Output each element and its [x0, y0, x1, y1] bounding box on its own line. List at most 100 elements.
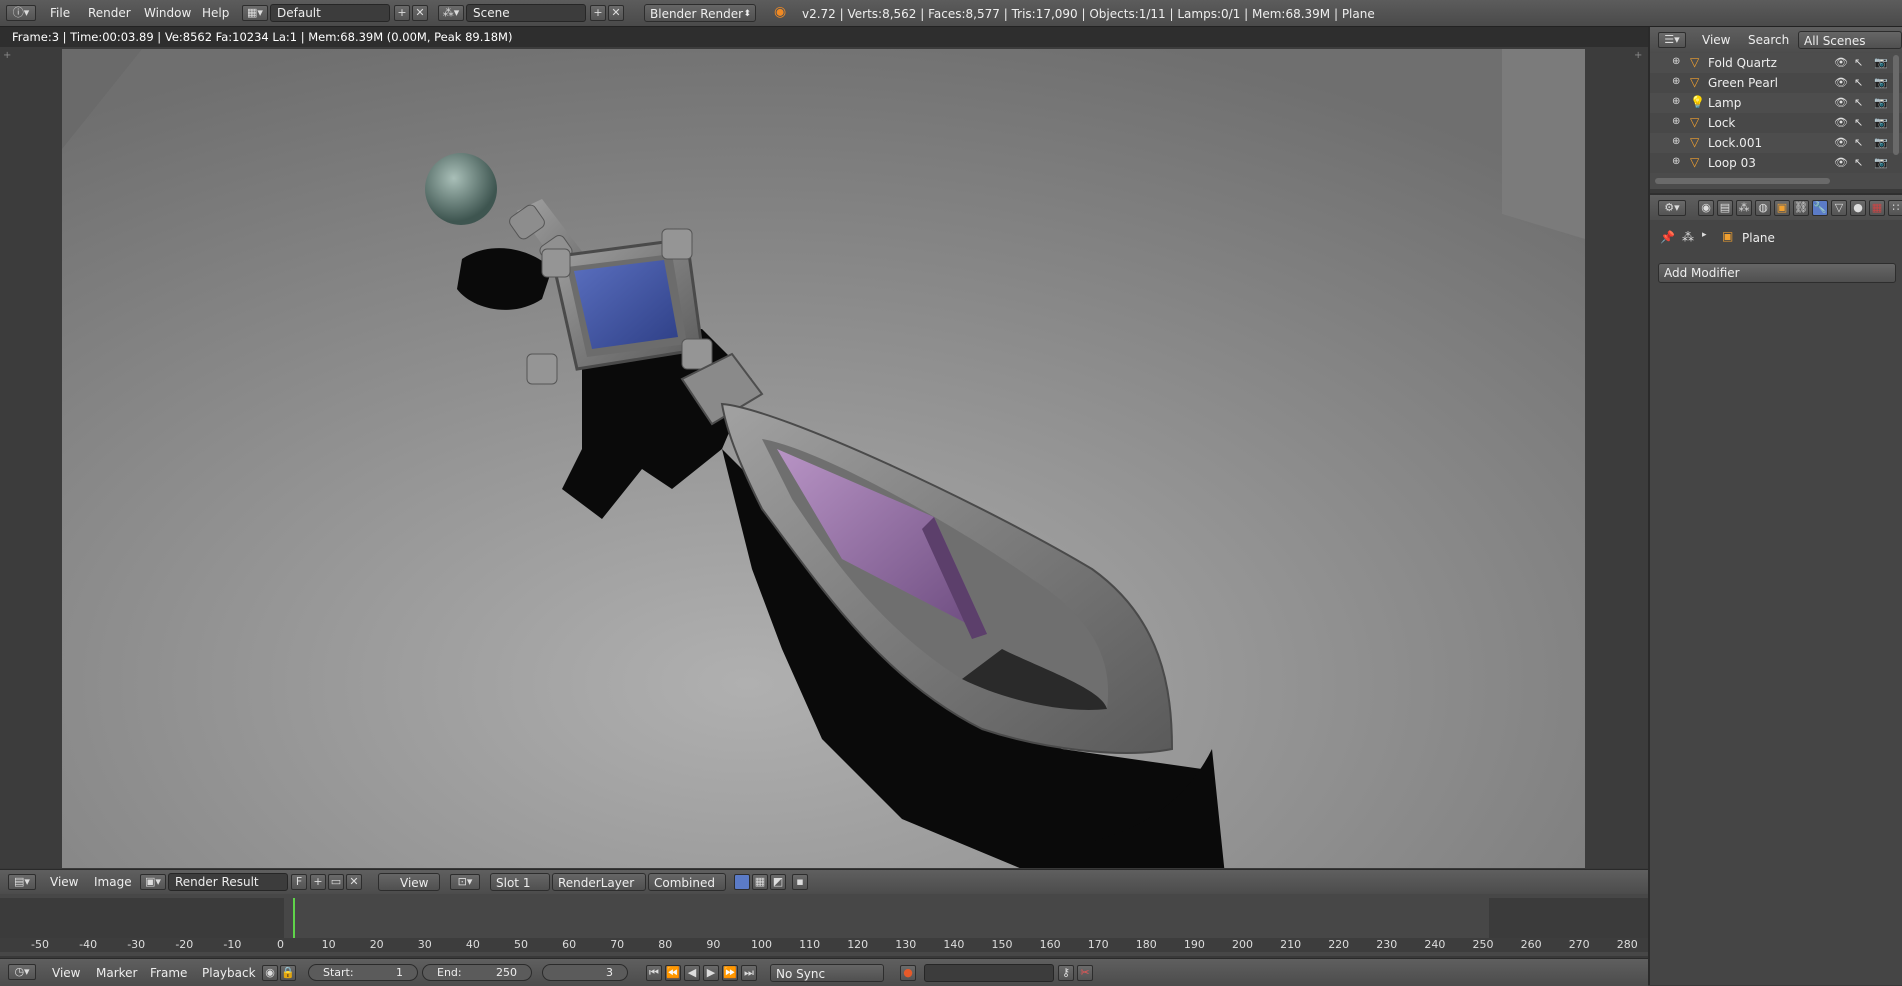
tab-constraints-icon[interactable]: ⛓ [1793, 200, 1809, 216]
outliner-vscrollbar[interactable] [1893, 55, 1899, 155]
delete-keyframe-icon[interactable]: ✂ [1077, 965, 1093, 981]
expand-icon[interactable]: ⊕ [1672, 136, 1680, 147]
view-histogram-icon[interactable]: ▪ [792, 874, 808, 890]
outliner-item-label[interactable]: Lock [1708, 116, 1735, 130]
fake-user-button[interactable]: F [291, 874, 307, 890]
menu-frame[interactable]: Frame [150, 966, 187, 980]
outliner-display-select[interactable]: All Scenes [1798, 31, 1902, 49]
expand-icon[interactable]: ⊕ [1672, 156, 1680, 167]
menu-image[interactable]: Image [94, 875, 132, 889]
visibility-eye-icon[interactable]: 👁 [1834, 76, 1848, 89]
editor-type-properties-icon[interactable]: ⚙▾ [1658, 200, 1686, 216]
slot-select[interactable]: Slot 1 [490, 873, 550, 891]
editor-type-info-icon[interactable]: ⓘ▾ [6, 5, 36, 21]
play-icon[interactable]: ▶ [703, 965, 719, 981]
prev-keyframe-icon[interactable]: ⏪ [665, 965, 681, 981]
render-layer-select[interactable]: RenderLayer [552, 873, 646, 891]
start-frame-field[interactable]: Start: 1 [308, 964, 418, 981]
screen-layout-icon[interactable]: ▦▾ [242, 5, 268, 21]
image-name-field[interactable]: Render Result [168, 873, 288, 891]
outliner-row[interactable]: ⊕ ▽ Fold Quartz 👁 ↖ 📷 [1650, 53, 1902, 73]
add-scene-icon[interactable]: + [590, 5, 606, 21]
insert-keyframe-icon[interactable]: ⚷ [1058, 965, 1074, 981]
draw-image-alpha-icon[interactable] [734, 874, 750, 890]
render-engine-select[interactable]: Blender Render ⬍ [644, 4, 756, 22]
corner-widget-left-icon[interactable]: + [3, 50, 11, 61]
outliner-row[interactable]: ⊕ ▽ Lock 👁 ↖ 📷 [1650, 113, 1902, 133]
outliner-row[interactable]: ⊕ ▽ Green Pearl 👁 ↖ 📷 [1650, 73, 1902, 93]
selectable-arrow-icon[interactable]: ↖ [1854, 136, 1863, 149]
record-icon[interactable]: ● [900, 965, 916, 981]
scene-icon[interactable]: ⁂▾ [438, 5, 464, 21]
outliner-item-label[interactable]: Lamp [1708, 96, 1741, 110]
tab-texture-icon[interactable]: ▦ [1869, 200, 1885, 216]
screen-layout-field[interactable]: Default [270, 4, 390, 22]
menu-window[interactable]: Window [144, 6, 191, 20]
menu-help[interactable]: Help [202, 6, 229, 20]
outliner-item-label[interactable]: Fold Quartz [1708, 56, 1777, 70]
timeline-editor[interactable]: -50 -40 -30 -20 -10 0 10 20 30 40 50 60 70 80 90 100 110… [0, 894, 1648, 956]
expand-icon[interactable]: ⊕ [1672, 96, 1680, 107]
jump-start-icon[interactable]: ⏮ [646, 965, 662, 981]
selectable-arrow-icon[interactable]: ↖ [1854, 96, 1863, 109]
selectable-arrow-icon[interactable]: ↖ [1854, 156, 1863, 169]
editor-type-timeline-icon[interactable]: ◷▾ [8, 964, 36, 980]
play-reverse-icon[interactable]: ◀ [684, 965, 700, 981]
outliner-item-label[interactable]: Green Pearl [1708, 76, 1778, 90]
outliner-menu-view[interactable]: View [1702, 33, 1730, 47]
tab-render-layers-icon[interactable]: ▤ [1717, 200, 1733, 216]
outliner-row[interactable]: ⊕ ▽ Lock.001 👁 ↖ 📷 [1650, 133, 1902, 153]
outliner-row[interactable]: ⊕ ▽ Loop 03 👁 ↖ 📷 [1650, 153, 1902, 173]
current-frame-line[interactable] [293, 898, 295, 938]
delete-scene-icon[interactable]: ✕ [608, 5, 624, 21]
menu-file[interactable]: File [50, 6, 70, 20]
renderable-camera-icon[interactable]: 📷 [1874, 136, 1888, 149]
selectable-arrow-icon[interactable]: ↖ [1854, 76, 1863, 89]
outliner-row[interactable]: ⊕ 💡 Lamp 👁 ↖ 📷 [1650, 93, 1902, 113]
renderable-camera-icon[interactable]: 📷 [1874, 156, 1888, 169]
expand-icon[interactable]: ⊕ [1672, 76, 1680, 87]
new-image-icon[interactable]: + [310, 874, 326, 890]
renderable-camera-icon[interactable]: 📷 [1874, 116, 1888, 129]
draw-zbuffer-icon[interactable]: ◩ [770, 874, 786, 890]
outliner-item-label[interactable]: Lock.001 [1708, 136, 1762, 150]
keying-set-field[interactable] [924, 964, 1054, 982]
outliner-item-label[interactable]: Loop 03 [1708, 156, 1756, 170]
editor-type-image-icon[interactable]: ▤▾ [8, 874, 36, 890]
editor-type-outliner-icon[interactable]: ☰▾ [1658, 32, 1686, 48]
expand-icon[interactable]: ⊕ [1672, 116, 1680, 127]
pivot-icon[interactable]: ⊡▾ [450, 874, 480, 890]
menu-view[interactable]: View [50, 875, 78, 889]
visibility-eye-icon[interactable]: 👁 [1834, 156, 1848, 169]
renderable-camera-icon[interactable]: 📷 [1874, 96, 1888, 109]
pin-icon[interactable]: 📌 [1660, 230, 1675, 244]
outliner-hscrollbar[interactable] [1655, 178, 1830, 184]
tab-world-icon[interactable]: ◍ [1755, 200, 1771, 216]
add-modifier-button[interactable]: Add Modifier [1658, 263, 1896, 283]
jump-end-icon[interactable]: ⏭ [741, 965, 757, 981]
outliner-tree[interactable]: ⊕ ▽ Fold Quartz 👁 ↖ 📷 ⊕ ▽ Green Pearl 👁 ↖ 📷 ⊕ 💡 Lamp 👁 ↖… [1650, 53, 1902, 189]
tab-modifiers-icon[interactable]: 🔧 [1812, 200, 1828, 216]
current-frame-field[interactable]: 3 [542, 964, 628, 981]
tab-particles-icon[interactable]: ∷ [1888, 200, 1902, 216]
image-editor[interactable]: Frame:3 | Time:00:03.89 | Ve:8562 Fa:102… [0, 27, 1648, 868]
tab-material-icon[interactable]: ● [1850, 200, 1866, 216]
tab-render-icon[interactable]: ◉ [1698, 200, 1714, 216]
expand-icon[interactable]: ⊕ [1672, 56, 1680, 67]
menu-playback[interactable]: Playback [202, 966, 256, 980]
next-keyframe-icon[interactable]: ⏩ [722, 965, 738, 981]
visibility-eye-icon[interactable]: 👁 [1834, 96, 1848, 109]
preview-range-icon[interactable]: ◉ [262, 965, 278, 981]
render-pass-select[interactable]: Combined [648, 873, 726, 891]
view-mode-select[interactable]: View [378, 873, 440, 891]
scene-field[interactable]: Scene [466, 4, 586, 22]
menu-render[interactable]: Render [88, 6, 131, 20]
tab-object-icon[interactable]: ▣ [1774, 200, 1790, 216]
selectable-arrow-icon[interactable]: ↖ [1854, 116, 1863, 129]
tab-data-icon[interactable]: ▽ [1831, 200, 1847, 216]
properties-editor[interactable]: 📌 ⁂ ▸ ▣ Plane Add Modifier [1650, 220, 1902, 985]
selectable-arrow-icon[interactable]: ↖ [1854, 56, 1863, 69]
timeline-track[interactable] [0, 898, 1648, 938]
draw-alpha-only-icon[interactable]: ▦ [752, 874, 768, 890]
corner-widget-right-icon[interactable]: + [1634, 50, 1642, 61]
